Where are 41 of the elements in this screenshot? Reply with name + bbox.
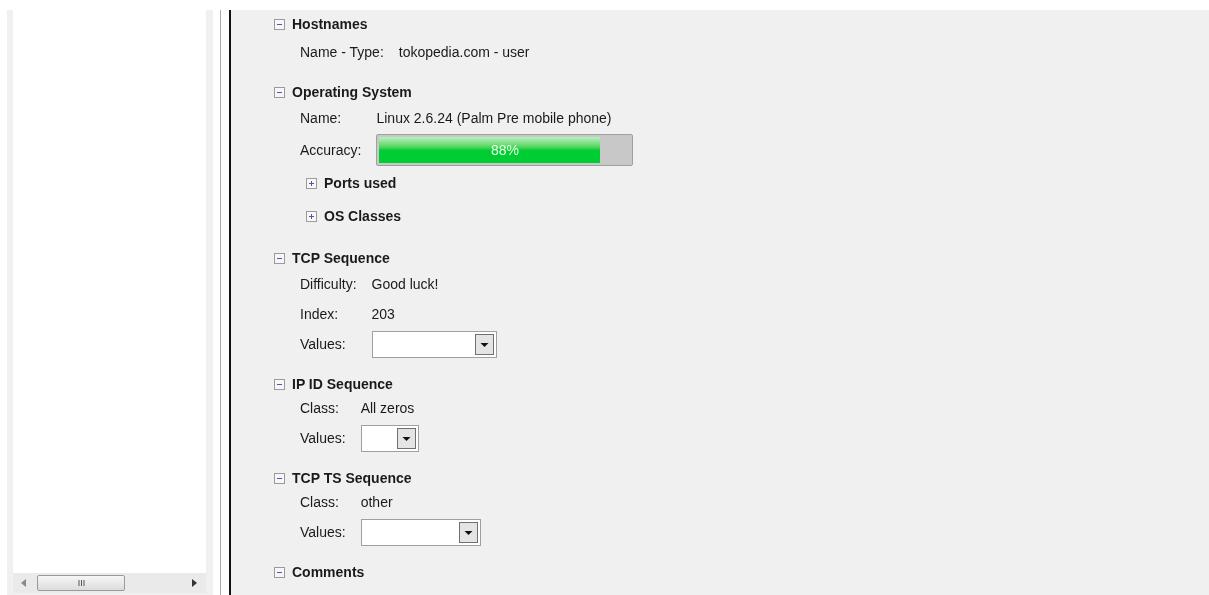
collapse-icon[interactable] xyxy=(274,472,285,484)
values-dropdown[interactable] xyxy=(360,518,481,546)
scroll-left-icon[interactable] xyxy=(21,579,27,587)
collapse-icon[interactable] xyxy=(274,378,285,390)
field-label: Index: xyxy=(300,305,340,324)
section-title: TCP TS Sequence xyxy=(292,468,412,488)
collapse-icon[interactable] xyxy=(274,86,285,98)
field-label: Accuracy: xyxy=(300,141,362,160)
field-value: 203 xyxy=(371,304,395,324)
grip-icon xyxy=(77,580,85,586)
field-label: Class: xyxy=(300,399,340,418)
field-label: Difficulty: xyxy=(300,275,357,294)
subsection-title: OS Classes xyxy=(324,207,402,226)
collapse-icon[interactable] xyxy=(274,566,285,578)
horizontal-scrollbar[interactable] xyxy=(13,573,206,593)
field-label: Values: xyxy=(300,429,346,448)
field-label: Name - Type: xyxy=(300,43,384,62)
field-label: Name: xyxy=(300,109,343,128)
field-value: Linux 2.6.24 (Palm Pre mobile phone) xyxy=(376,108,612,128)
subsection-title: Ports used xyxy=(324,174,397,193)
section-title: IP ID Sequence xyxy=(292,374,393,394)
scrollbar-thumb[interactable] xyxy=(37,575,125,591)
section-title: TCP Sequence xyxy=(292,248,390,268)
field-value: Good luck! xyxy=(371,274,439,294)
expand-icon[interactable] xyxy=(306,178,317,189)
values-dropdown[interactable] xyxy=(371,330,497,358)
progress-reading: 88% xyxy=(489,140,520,160)
section-title: Comments xyxy=(292,562,365,582)
collapse-icon[interactable] xyxy=(274,252,285,264)
section-title: Hostnames xyxy=(292,14,368,34)
collapse-icon[interactable] xyxy=(274,18,285,30)
scroll-right-icon[interactable] xyxy=(192,579,198,587)
expand-icon[interactable] xyxy=(306,211,317,222)
section-title: Operating System xyxy=(292,82,412,102)
field-label: Values: xyxy=(300,523,346,542)
field-value: All zeros xyxy=(360,398,415,418)
field-value: tokopedia.com - user xyxy=(398,42,530,62)
field-label: Class: xyxy=(300,493,340,512)
field-value: other xyxy=(360,492,393,512)
field-label: Values: xyxy=(300,335,347,354)
values-dropdown[interactable] xyxy=(360,424,419,452)
